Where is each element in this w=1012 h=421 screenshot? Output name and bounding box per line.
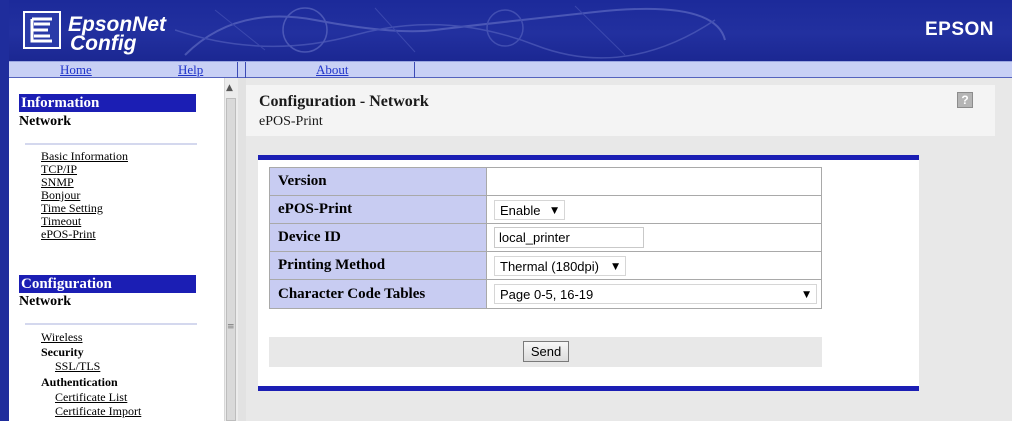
sidebar-item-certificate-list[interactable]: Certificate List — [55, 391, 127, 404]
character-code-tables-cell: Page 0-5, 16-19 ▼ — [487, 280, 821, 308]
banner-decoration — [175, 5, 726, 59]
help-icon[interactable]: ? — [957, 92, 973, 108]
device-id-field[interactable]: local_printer — [494, 227, 644, 248]
printing-method-select[interactable]: Thermal (180dpi) ▼ — [494, 255, 626, 276]
sidebar-divider — [25, 143, 197, 145]
character-code-tables-select-value: Page 0-5, 16-19 — [500, 287, 594, 302]
left-edge-strip — [0, 0, 9, 421]
character-code-tables-label: Character Code Tables — [270, 280, 487, 308]
sidebar-subheading-network: Network — [19, 294, 72, 309]
printing-method-cell: Thermal (180dpi) ▼ — [487, 252, 821, 280]
scrollbar-thumb[interactable] — [226, 98, 236, 421]
sidebar-item-ssl-tls[interactable]: SSL/TLS — [55, 360, 100, 373]
sidebar-group-security: Security — [41, 345, 84, 359]
sidebar-heading-information: Information — [19, 94, 196, 112]
chevron-down-icon: ▼ — [612, 261, 619, 272]
settings-table: Version ePOS-Print Enable ▼ Device ID loc… — [269, 167, 822, 309]
nav-help-link[interactable]: Help — [178, 62, 203, 77]
device-id-cell: local_printer — [487, 224, 821, 252]
sidebar-item-wireless[interactable]: Wireless — [41, 331, 83, 344]
epos-print-label: ePOS-Print — [270, 196, 487, 224]
nav-home-link[interactable]: Home — [60, 62, 92, 77]
chevron-down-icon: ▼ — [551, 205, 558, 216]
device-id-label: Device ID — [270, 224, 487, 252]
chevron-down-icon: ▼ — [803, 290, 810, 300]
sidebar-subheading-network: Network — [19, 114, 72, 129]
table-row: ePOS-Print Enable ▼ — [270, 196, 821, 224]
epos-print-select[interactable]: Enable ▼ — [494, 199, 565, 220]
page-subtitle: ePOS-Print — [259, 114, 323, 129]
scroll-grip-icon: ≡ — [227, 322, 235, 332]
epos-print-cell: Enable ▼ — [487, 196, 821, 224]
logo-subtitle: Config — [70, 32, 137, 55]
scroll-up-arrow-icon[interactable]: ▲ — [226, 83, 233, 93]
sidebar-item-epos-print[interactable]: ePOS-Print — [41, 228, 96, 241]
nav-separator — [245, 62, 246, 78]
nav-separator — [414, 62, 415, 78]
printing-method-select-value: Thermal (180dpi) — [500, 258, 599, 274]
epos-print-select-value: Enable — [500, 202, 541, 218]
sidebar-divider — [25, 323, 197, 325]
brand-logo: EPSON — [924, 19, 994, 40]
table-row: Version — [270, 168, 821, 196]
send-button[interactable]: Send — [523, 341, 569, 362]
table-row: Device ID local_printer — [270, 224, 821, 252]
printing-method-label: Printing Method — [270, 252, 487, 280]
nav-separator — [237, 62, 238, 78]
page-title: Configuration - Network — [259, 93, 429, 110]
frame-divider[interactable] — [238, 78, 246, 421]
table-row: Character Code Tables Page 0-5, 16-19 ▼ — [270, 280, 821, 308]
version-value — [487, 168, 821, 196]
sidebar-heading-configuration: Configuration — [19, 275, 196, 293]
version-label: Version — [270, 168, 487, 196]
sidebar-group-authentication: Authentication — [41, 375, 118, 389]
sidebar-item-certificate-import[interactable]: Certificate Import — [55, 405, 141, 418]
epsonnet-logo-icon — [23, 11, 61, 49]
table-row: Printing Method Thermal (180dpi) ▼ — [270, 252, 821, 280]
character-code-tables-select[interactable]: Page 0-5, 16-19 ▼ — [494, 284, 817, 304]
top-nav: Home Help About — [9, 61, 1012, 78]
panel-bottom-bar — [258, 386, 919, 391]
nav-about-link[interactable]: About — [316, 62, 349, 77]
panel-top-bar — [258, 155, 919, 160]
